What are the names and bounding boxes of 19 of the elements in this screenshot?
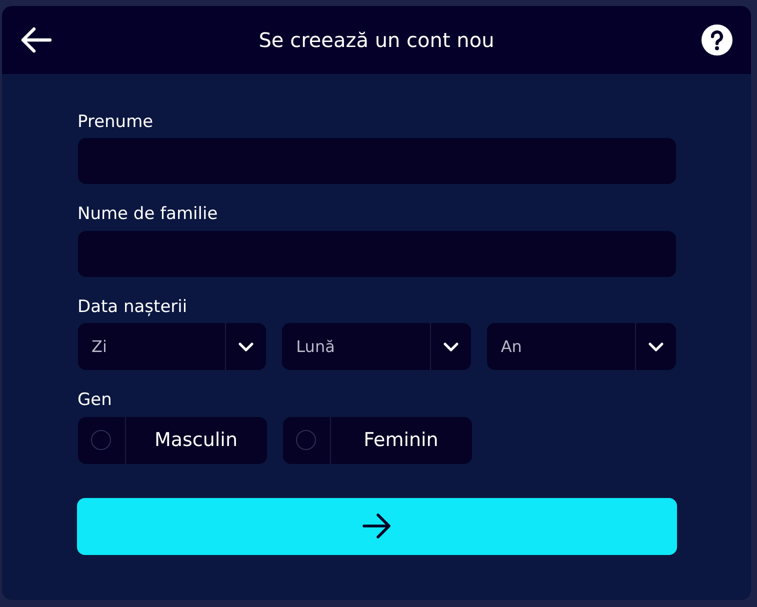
- header-title: Se creează un cont nou: [258, 27, 494, 54]
- input-field[interactable]: [78, 230, 676, 277]
- chevron-down-icon: [648, 342, 664, 352]
- dropdown[interactable]: Zi: [78, 323, 266, 370]
- radio-option[interactable]: Feminin: [282, 416, 472, 464]
- input-field[interactable]: [78, 138, 676, 184]
- right-arrow-icon: [362, 513, 392, 540]
- radio-option[interactable]: Masculin: [78, 416, 266, 464]
- field-label: Nume de familie: [78, 204, 219, 225]
- field-label: Gen: [78, 390, 113, 411]
- back-arrow-icon[interactable]: [20, 26, 52, 54]
- dropdown[interactable]: An: [486, 323, 676, 370]
- chevron-down-icon: [442, 342, 459, 352]
- field-label: Data nașterii: [78, 296, 188, 318]
- help-icon[interactable]: [701, 24, 733, 56]
- next-button[interactable]: [76, 498, 676, 555]
- chevron-down-icon: [238, 342, 254, 352]
- field-label: Prenume: [78, 112, 154, 132]
- dropdown[interactable]: Lună: [282, 323, 471, 370]
